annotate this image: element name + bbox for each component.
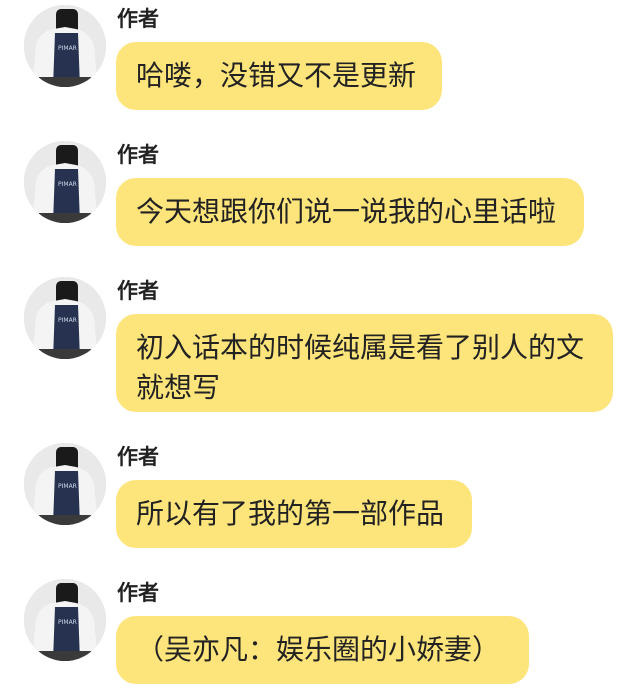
message-bubble[interactable]: 今天想跟你们说一说我的心里话啦 [116, 178, 584, 246]
avatar[interactable]: PIMAR [24, 5, 106, 87]
svg-text:PIMAR: PIMAR [58, 317, 77, 324]
message-bubble[interactable]: 所以有了我的第一部作品 [116, 480, 472, 548]
message-bubble[interactable]: （吴亦凡：娱乐圈的小娇妻） [116, 616, 529, 684]
author-name: 作者 [117, 7, 159, 31]
author-name: 作者 [117, 143, 159, 167]
avatar[interactable]: PIMAR [24, 579, 106, 661]
message-bubble[interactable]: 初入话本的时候纯属是看了别人的文就想写 [116, 314, 613, 412]
author-name: 作者 [117, 445, 159, 469]
avatar[interactable]: PIMAR [24, 141, 106, 223]
chat-thread: PIMAR 作者 哈喽，没错又不是更新 PIMAR 作者 今天想跟你们说一说我的… [0, 0, 640, 692]
svg-text:PIMAR: PIMAR [58, 45, 77, 52]
author-name: 作者 [117, 581, 159, 605]
avatar[interactable]: PIMAR [24, 443, 106, 525]
svg-text:PIMAR: PIMAR [58, 483, 77, 490]
author-name: 作者 [117, 279, 159, 303]
svg-text:PIMAR: PIMAR [58, 181, 77, 188]
svg-text:PIMAR: PIMAR [58, 619, 77, 626]
avatar[interactable]: PIMAR [24, 277, 106, 359]
message-bubble[interactable]: 哈喽，没错又不是更新 [116, 42, 442, 110]
